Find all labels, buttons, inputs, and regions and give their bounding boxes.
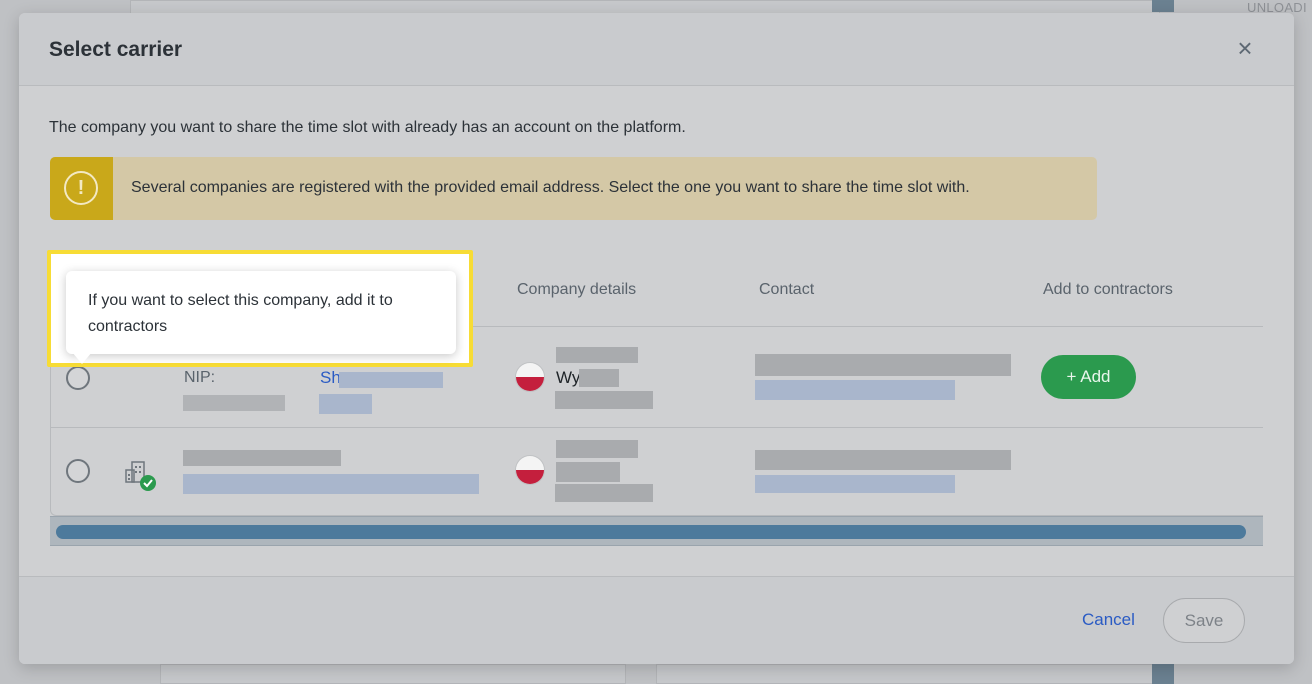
exclamation-circle-icon: !: [64, 171, 98, 205]
save-button[interactable]: Save: [1163, 598, 1245, 643]
row-1-company-link[interactable]: Sh: [320, 368, 341, 388]
row-1-contact-name-redacted: [755, 354, 1011, 376]
scrollbar-thumb[interactable]: [56, 525, 1246, 539]
row-1-postal-redacted: [555, 391, 653, 409]
row-2-radio[interactable]: [66, 459, 90, 483]
modal-title: Select carrier: [49, 38, 183, 61]
row-2-address-redacted: [556, 440, 638, 458]
row-1-nip-value-redacted: [183, 395, 285, 411]
row-1-city: Wy: [556, 368, 581, 387]
row-1-city-redacted: [579, 369, 619, 387]
cancel-button[interactable]: Cancel: [1082, 610, 1135, 630]
alert-text: Several companies are registered with th…: [131, 179, 970, 196]
background-bar-bottom: [1152, 664, 1174, 684]
row-2-city-redacted: [556, 462, 620, 482]
column-header-company-details: Company details: [517, 281, 637, 298]
row-divider: [51, 427, 1263, 428]
row-2-company-link-redacted: [183, 474, 479, 494]
close-icon[interactable]: ×: [1232, 35, 1258, 61]
intro-text: The company you want to share the time s…: [49, 119, 686, 136]
tooltip-arrow: [72, 352, 92, 364]
row-1-address-redacted: [556, 347, 638, 363]
alert-icon-box: !: [50, 157, 113, 220]
background-bottom-panel-left: [160, 664, 626, 684]
row-1-nip-label: NIP:: [184, 369, 216, 386]
add-to-contractors-button[interactable]: + Add: [1041, 355, 1136, 399]
background-bar: [1152, 0, 1174, 12]
row-2-company-name-redacted: [183, 450, 341, 466]
verified-company-icon: [125, 461, 156, 491]
column-header-contact: Contact: [759, 281, 815, 298]
background-bottom-panel-right: [656, 664, 1156, 684]
poland-flag-icon: [515, 455, 545, 485]
row-1-link-redacted-2: [319, 394, 372, 414]
row-1-contact-email-redacted: [755, 380, 955, 400]
tutorial-tooltip: If you want to select this company, add …: [66, 271, 456, 354]
horizontal-scrollbar[interactable]: [50, 516, 1263, 546]
warning-alert: ! Several companies are registered with …: [50, 157, 1097, 220]
row-2-contact-email-redacted: [755, 475, 955, 493]
column-header-add-to-contractors: Add to contractors: [1043, 281, 1173, 298]
row-1-link-redacted: [339, 372, 443, 388]
row-1-radio[interactable]: [66, 366, 90, 390]
poland-flag-icon: [515, 362, 545, 392]
row-2-postal-redacted: [555, 484, 653, 502]
modal-header: Select carrier ×: [19, 13, 1294, 86]
row-2-contact-name-redacted: [755, 450, 1011, 470]
